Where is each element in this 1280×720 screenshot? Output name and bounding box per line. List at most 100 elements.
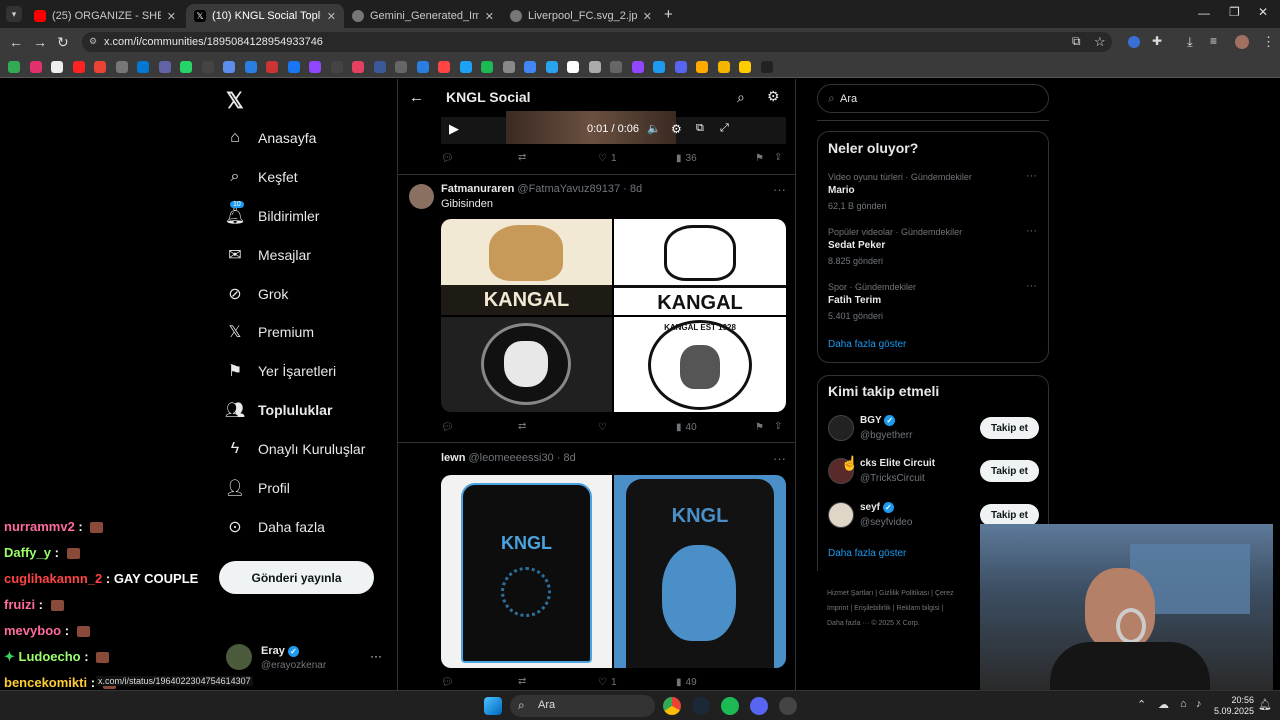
search-icon[interactable]: ⌕ [737,89,745,106]
close-tab-icon[interactable]: ✕ [485,10,494,23]
download-icon[interactable]: ⤓ [1187,34,1193,50]
trends-show-more-link[interactable]: Daha fazla göster [828,339,906,350]
footer-link[interactable]: Çerez [935,590,954,597]
bookmark-shortcut-icon[interactable] [180,61,192,73]
pip-icon[interactable]: ⧉ [696,122,704,135]
back-arrow-icon[interactable]: ← [409,89,424,106]
who-show-more-link[interactable]: Daha fazla göster [828,548,906,559]
suggested-user-name[interactable]: BGY ✓ [860,415,896,426]
reload-icon[interactable]: ↻ [57,34,69,51]
chrome-icon[interactable] [663,697,681,715]
reply-icon[interactable]: 💬︎ [441,153,454,164]
trend-more-icon[interactable]: ··· [1026,225,1037,237]
like-button[interactable]: ♡ [598,422,607,433]
tray-icon[interactable]: ☁ [1158,698,1169,711]
bookmark-shortcut-icon[interactable] [244,61,257,73]
tab-x-community[interactable]: 𝕏 (10) KNGL Social Topluluk / X ✕ [186,4,344,28]
kangal-logo-image-1[interactable]: KANGAL [441,219,612,315]
share-icon[interactable]: ⇪ [774,421,782,432]
follow-button[interactable]: Takip et [980,504,1039,526]
puzzle-icon[interactable]: ✚ [1152,34,1162,48]
volume-icon[interactable]: 🔈 [647,122,661,135]
close-tab-icon[interactable]: ✕ [643,10,652,23]
menu-icon[interactable]: ⋮ [1262,34,1275,50]
trend-more-icon[interactable]: ··· [1026,170,1037,182]
video-player[interactable]: ▶ 0:01 / 0:06 🔈 ⚙ ⧉ ⤢ [441,111,786,144]
site-info-icon[interactable]: ⚙ [89,36,97,47]
author-name[interactable]: lewn [441,452,465,464]
bookmark-icon[interactable]: ⚑ [755,153,764,164]
reply-icon[interactable]: 💬︎ [441,677,454,688]
nav-item-bildirimler[interactable]: 🔔︎ 10 Bildirimler [225,198,319,234]
forward-icon[interactable]: → [33,34,47,50]
bookmark-shortcut-icon[interactable] [115,61,128,73]
install-icon[interactable]: ⧉ [1072,34,1081,49]
nav-item-premium[interactable]: 𝕏 Premium [226,314,314,350]
url-field[interactable]: ⚙ x.com/i/communities/189508412895493374… [82,32,1112,52]
network-icon[interactable]: ⌂ [1180,698,1187,710]
trend-item[interactable]: Popüler videolar · Gündemdekiler Sedat Pe… [828,225,1038,266]
tab-youtube[interactable]: (25) ORGANIZE - SHEVCHENKO ✕ [26,4,184,28]
play-icon[interactable]: ▶ [449,121,459,137]
footer-link[interactable]: Hizmet Şartları [827,590,873,597]
bookmark-shortcut-icon[interactable] [481,61,493,73]
settings-icon[interactable]: ⚙ [767,88,780,105]
extension-icon[interactable] [1128,36,1140,48]
trend-item[interactable]: Spor · Gündemdekiler Fatih Terim 5.401 gön… [828,280,1038,321]
image-grid[interactable]: KANGAL KANGAL KANGAL EST 1928 [441,219,786,412]
views-button[interactable]: ▮ 40 [676,422,697,433]
bookmark-shortcut-icon[interactable] [760,61,773,73]
like-button[interactable]: ♡ 1 [598,677,617,688]
repost-icon[interactable]: ⇄ [518,676,526,687]
footer-link[interactable]: Erişilebilirlik [854,605,891,612]
bookmark-shortcut-icon[interactable] [610,61,622,73]
image-grid[interactable]: KNGL KNGL [441,475,786,668]
author-handle[interactable]: @FatmaYavuz89137 [517,183,620,195]
bookmark-shortcut-icon[interactable] [223,61,235,73]
windows-start-icon[interactable] [484,697,502,715]
kangal-logo-image-4[interactable]: KANGAL EST 1928 [614,317,786,412]
nav-item-profil[interactable]: 👤︎ Profil [225,470,290,506]
steam-icon[interactable] [692,697,710,715]
more-icon[interactable]: ··· [370,649,382,663]
bookmark-shortcut-icon[interactable] [459,61,472,73]
bookmark-shortcut-icon[interactable] [739,61,751,73]
avatar[interactable] [828,415,854,441]
bookmark-shortcut-icon[interactable] [567,61,579,73]
bookmark-shortcut-icon[interactable] [72,61,85,73]
bookmark-shortcut-icon[interactable] [653,61,665,73]
bookmark-shortcut-icon[interactable] [266,61,278,73]
avatar[interactable] [409,184,434,209]
bookmark-shortcut-icon[interactable] [201,61,214,73]
nav-item-topluluklar[interactable]: 👥︎ Topluluklar [225,392,333,428]
bookmark-shortcut-icon[interactable] [373,61,386,73]
tray-chevron-icon[interactable]: ⌃ [1137,698,1146,711]
new-tab-button[interactable]: + [664,6,673,23]
footer-link[interactable]: Gizlilik Politikası [879,590,929,597]
clock[interactable]: 20:56 5.09.2025 [1214,695,1254,717]
views-button[interactable]: ▮ 36 [676,153,697,164]
footer-link[interactable]: Imprint [827,605,848,612]
nav-item-mesajlar[interactable]: ✉ Mesajlar [226,237,311,273]
nav-item-yer-i-şaretleri[interactable]: ⚑ Yer İşaretleri [226,353,336,389]
suggested-user-name[interactable]: cks Elite Circuit [860,458,935,469]
bookmark-shortcut-icon[interactable] [438,61,450,73]
bookmark-shortcut-icon[interactable] [352,61,364,73]
nav-item-grok[interactable]: ⊘ Grok [226,276,288,312]
search-input[interactable]: ⌕ Ara [817,84,1049,113]
trend-item[interactable]: Video oyunu türleri · Gündemdekiler Mario… [828,170,1038,211]
avatar[interactable] [1235,35,1249,49]
discord-icon[interactable] [750,697,768,715]
nav-item-onaylı-kuruluşlar[interactable]: ϟ Onaylı Kuruluşlar [226,431,366,467]
close-tab-icon[interactable]: ✕ [327,10,336,23]
star-icon[interactable]: ☆ [1094,34,1106,50]
bookmark-shortcut-icon[interactable] [588,61,601,73]
author-handle[interactable]: @leomeeeessi30 [469,452,554,464]
post-age[interactable]: · 8d [557,452,576,464]
volume-icon[interactable]: ♪ [1196,698,1202,710]
post-more-icon[interactable]: ··· [773,451,786,466]
bookmark-icon[interactable]: ⚑ [755,422,764,433]
minimize-button[interactable]: — [1198,6,1210,20]
bookmark-shortcut-icon[interactable] [29,61,42,73]
share-icon[interactable]: ⇪ [774,152,782,163]
